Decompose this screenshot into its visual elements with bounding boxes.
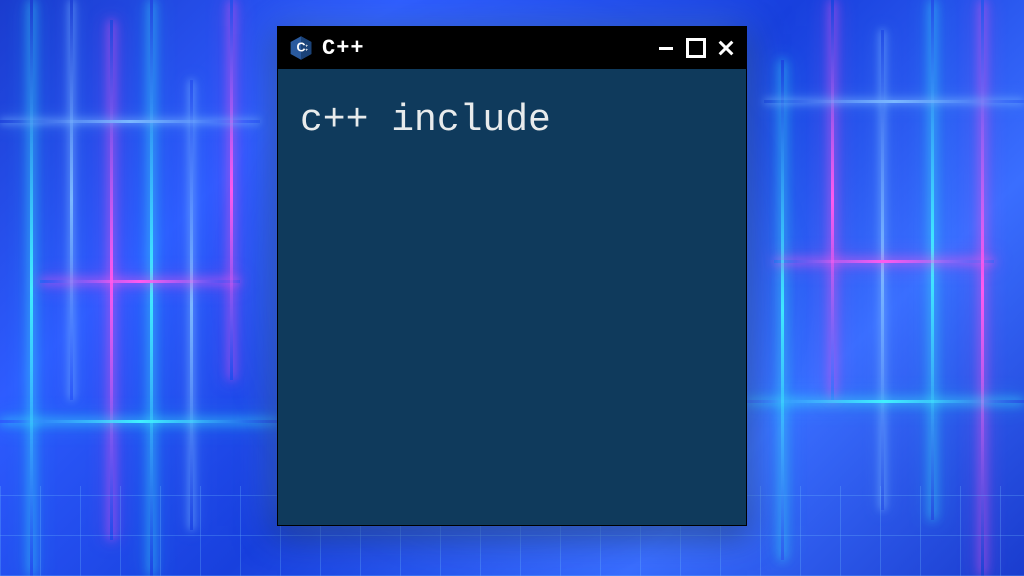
svg-text:C: C xyxy=(296,41,305,55)
terminal-window: C + + C++ c++ include xyxy=(277,26,747,526)
maximize-button[interactable] xyxy=(686,38,706,58)
minimize-button[interactable] xyxy=(656,38,676,58)
close-button[interactable] xyxy=(716,38,736,58)
code-content: c++ include xyxy=(300,99,724,142)
cpp-logo-icon: C + + xyxy=(288,35,314,61)
titlebar[interactable]: C + + C++ xyxy=(278,27,746,69)
svg-text:+: + xyxy=(305,48,308,53)
window-title: C++ xyxy=(322,36,648,61)
editor-body[interactable]: c++ include xyxy=(278,69,746,525)
window-controls xyxy=(656,38,736,58)
